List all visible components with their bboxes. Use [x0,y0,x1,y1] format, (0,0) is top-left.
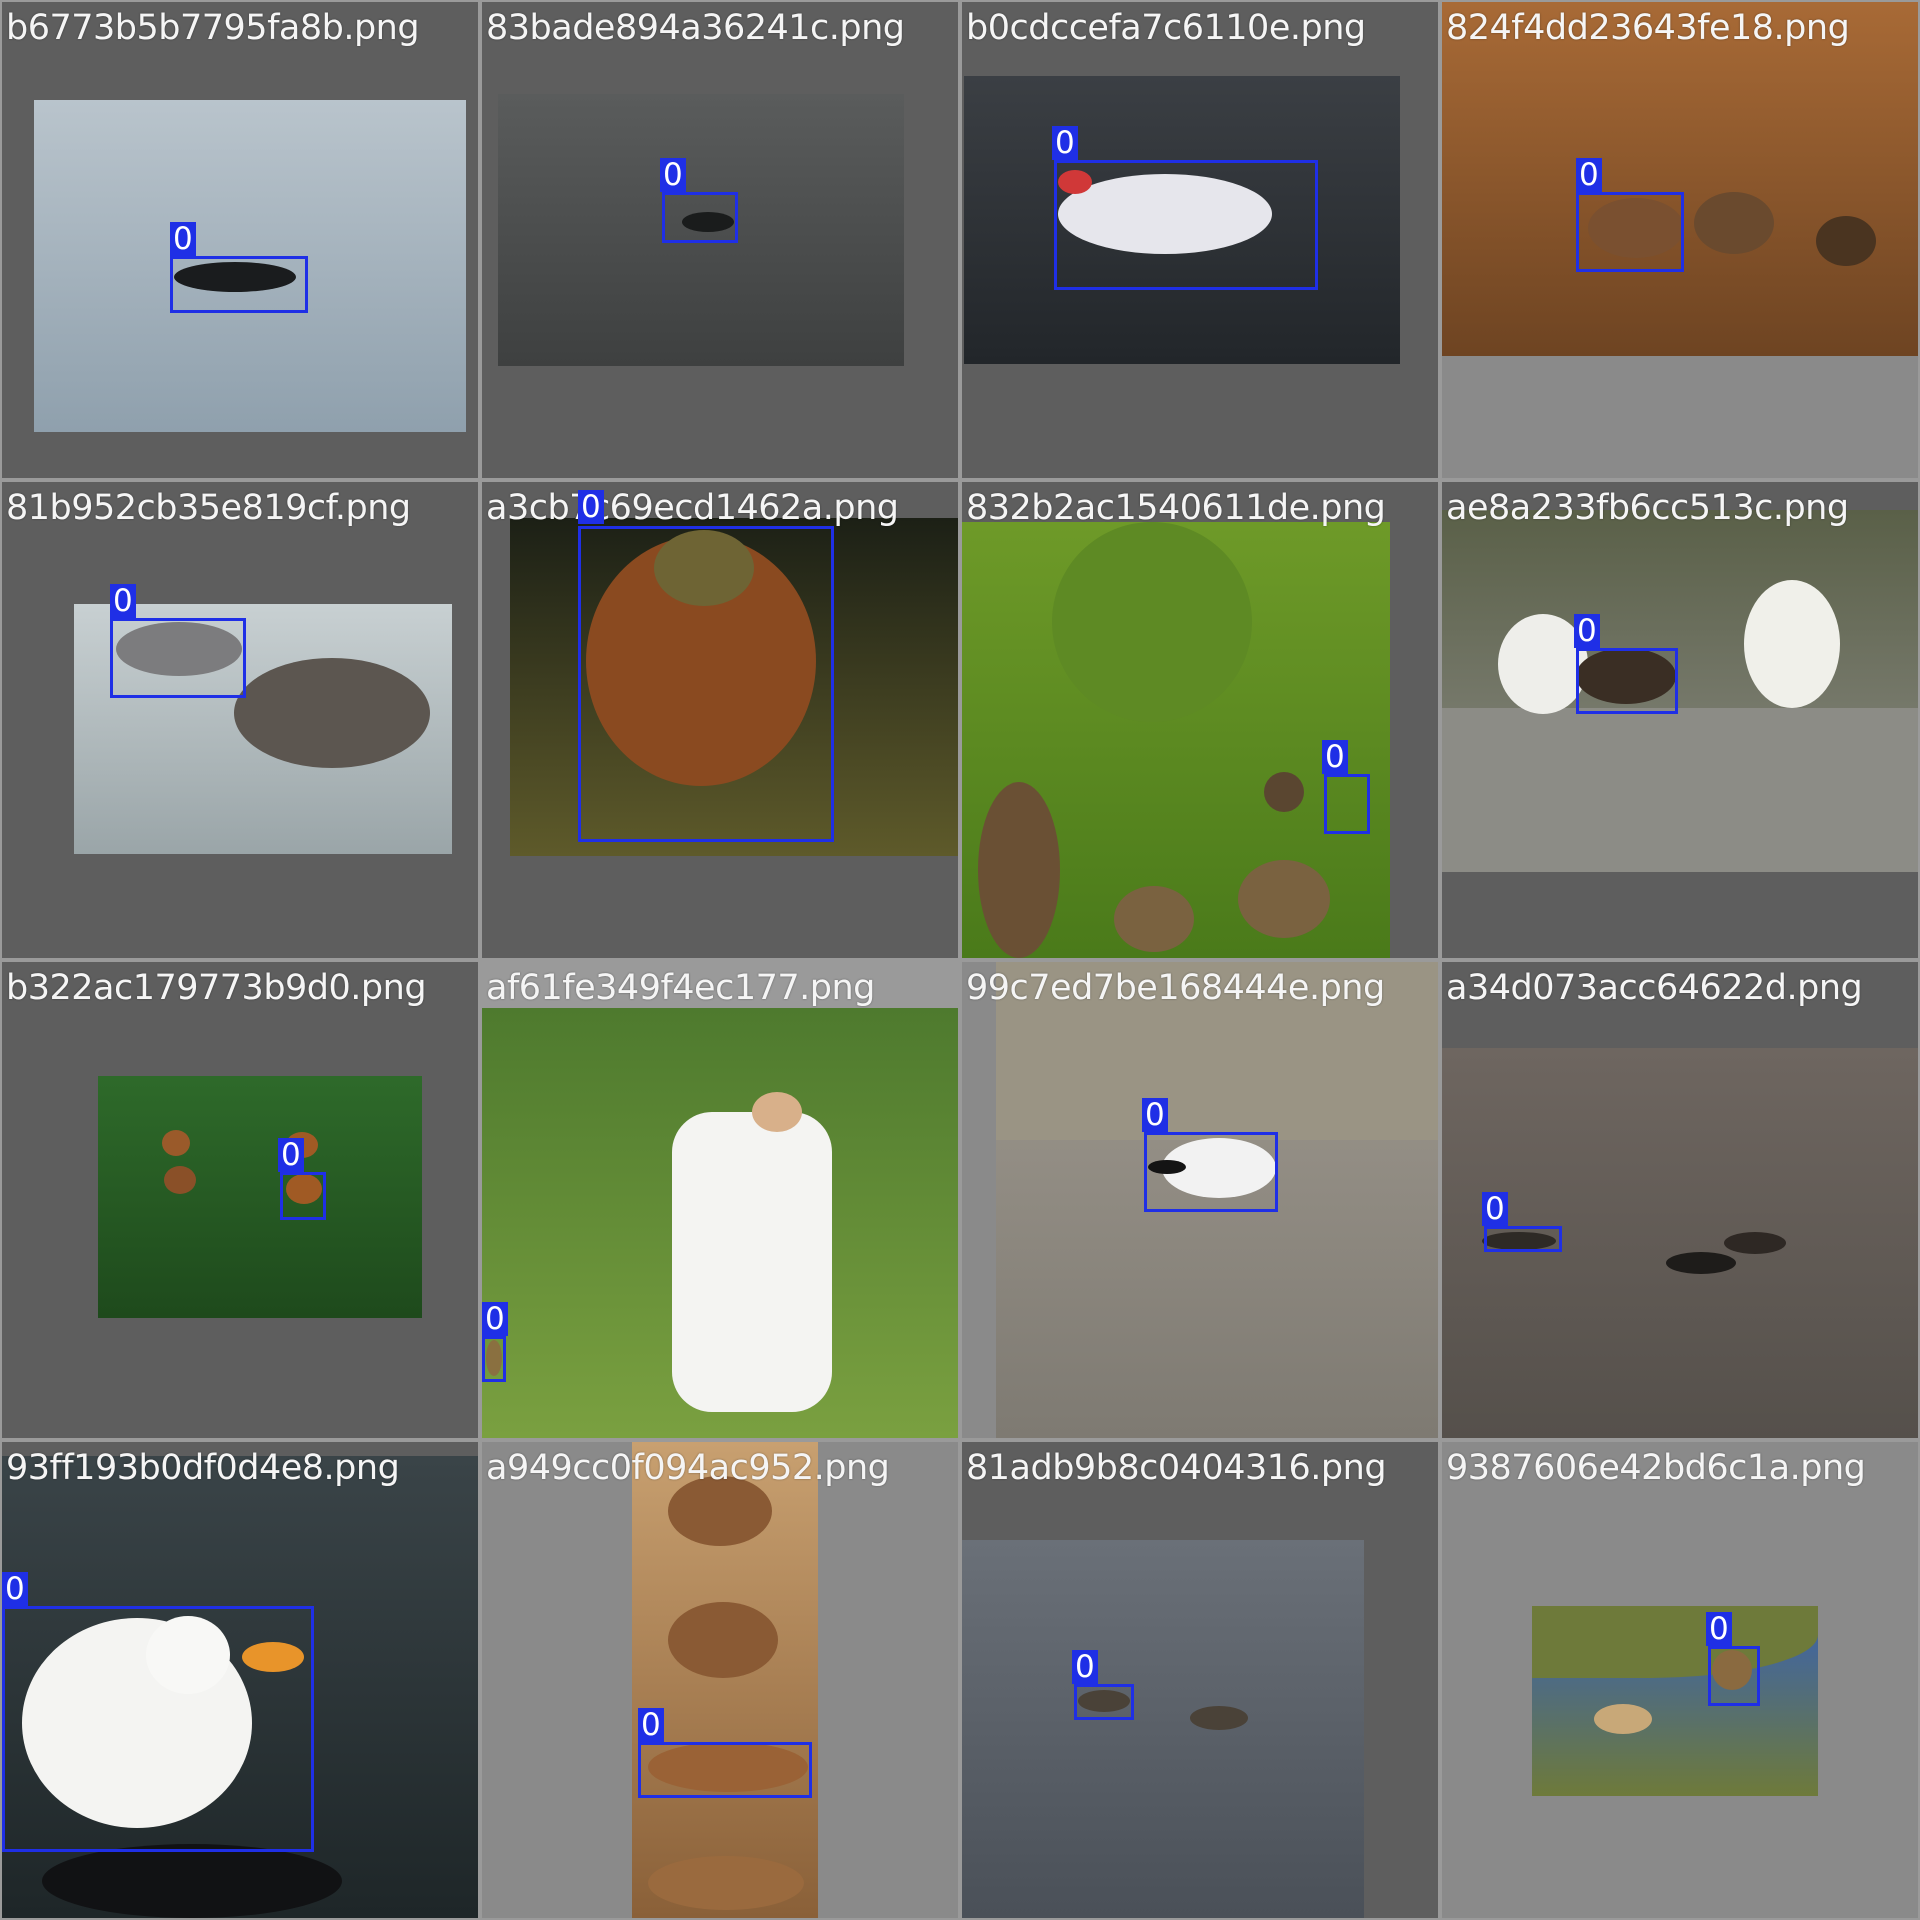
box-label: 0 [170,222,196,256]
bird [1442,708,1918,872]
box-label: 0 [1052,126,1078,160]
bird [1594,1704,1652,1734]
bounding-box [170,256,308,313]
bounding-box [1144,1132,1278,1212]
bird [1190,1706,1248,1730]
tile: 0 99c7ed7be168444e.png [962,962,1438,1438]
bird [648,1856,804,1910]
filename-label: ae8a233fb6cc513c.png [1446,488,1849,528]
bird [1052,522,1252,722]
bounding-box [662,192,738,243]
bird [234,658,430,768]
filename-label: a949cc0f094ac952.png [486,1448,890,1488]
filename-label: 83bade894a36241c.png [486,8,905,48]
tile: 0 9387606e42bd6c1a.png [1442,1442,1918,1918]
bird [1264,772,1304,812]
box-label: 0 [2,1572,28,1606]
bounding-box [638,1742,812,1798]
photo [98,1076,422,1318]
filename-label: 81b952cb35e819cf.png [6,488,411,528]
filename-label: b6773b5b7795fa8b.png [6,8,420,48]
bounding-box [482,1336,506,1382]
filename-label: a34d073acc64622d.png [1446,968,1863,1008]
bird [752,1092,802,1132]
box-label: 0 [482,1302,508,1336]
bounding-box [578,526,834,842]
filename-label: 824f4dd23643fe18.png [1446,8,1850,48]
bounding-box [110,618,246,698]
bird [1114,886,1194,952]
box-label: 0 [1142,1098,1168,1132]
filename-label: 9387606e42bd6c1a.png [1446,1448,1866,1488]
bounding-box [1708,1646,1760,1706]
filename-label: 99c7ed7be168444e.png [966,968,1385,1008]
bounding-box [1576,192,1684,272]
bird [1238,860,1330,938]
tile: 0 93ff193b0df0d4e8.png [2,1442,478,1918]
bird [1744,580,1840,708]
tile: 0 ae8a233fb6cc513c.png [1442,482,1918,958]
tile: 0 a3cb7c69ecd1462a.png [482,482,958,958]
filename-label: b322ac179773b9d0.png [6,968,427,1008]
box-label: 0 [1706,1612,1732,1646]
bird [42,1844,342,1918]
filename-label: 81adb9b8c0404316.png [966,1448,1387,1488]
filename-label: b0cdccefa7c6110e.png [966,8,1366,48]
mosaic-grid: 0 b6773b5b7795fa8b.png 0 83bade894a36241… [0,0,1920,1920]
bounding-box [1324,774,1370,834]
bird [164,1166,196,1194]
box-label: 0 [1576,158,1602,192]
bird [672,1112,832,1412]
tile: 0 b0cdccefa7c6110e.png [962,2,1438,478]
bird [1666,1252,1736,1274]
bounding-box [1054,160,1318,290]
box-label: 0 [660,158,686,192]
box-label: 0 [1574,614,1600,648]
bounding-box [280,1172,326,1220]
bird [1816,216,1876,266]
box-label: 0 [1072,1650,1098,1684]
box-label: 0 [1482,1192,1508,1226]
tile: 0 b6773b5b7795fa8b.png [2,2,478,478]
filename-label: af61fe349f4ec177.png [486,968,875,1008]
filename-label: 832b2ac1540611de.png [966,488,1386,528]
bird [978,782,1060,958]
box-label: 0 [578,490,604,524]
box-label: 0 [1322,740,1348,774]
bird [1724,1232,1786,1254]
tile: 0 83bade894a36241c.png [482,2,958,478]
bounding-box [2,1606,314,1852]
bird [162,1130,190,1156]
box-label: 0 [638,1708,664,1742]
box-label: 0 [278,1138,304,1172]
tile: 0 824f4dd23643fe18.png [1442,2,1918,478]
tile: 0 af61fe349f4ec177.png [482,962,958,1438]
bounding-box [1484,1226,1562,1252]
bird [668,1602,778,1678]
bounding-box [1074,1684,1134,1720]
tile: 0 81adb9b8c0404316.png [962,1442,1438,1918]
tile: 0 a34d073acc64622d.png [1442,962,1918,1438]
tile: 0 a949cc0f094ac952.png [482,1442,958,1918]
photo [962,1540,1364,1918]
box-label: 0 [110,584,136,618]
bounding-box [1576,648,1678,714]
tile: 0 81b952cb35e819cf.png [2,482,478,958]
photo [1442,2,1918,356]
tile: 0 b322ac179773b9d0.png [2,962,478,1438]
filename-label: 93ff193b0df0d4e8.png [6,1448,400,1488]
bird [1694,192,1774,254]
tile: 0 832b2ac1540611de.png [962,482,1438,958]
